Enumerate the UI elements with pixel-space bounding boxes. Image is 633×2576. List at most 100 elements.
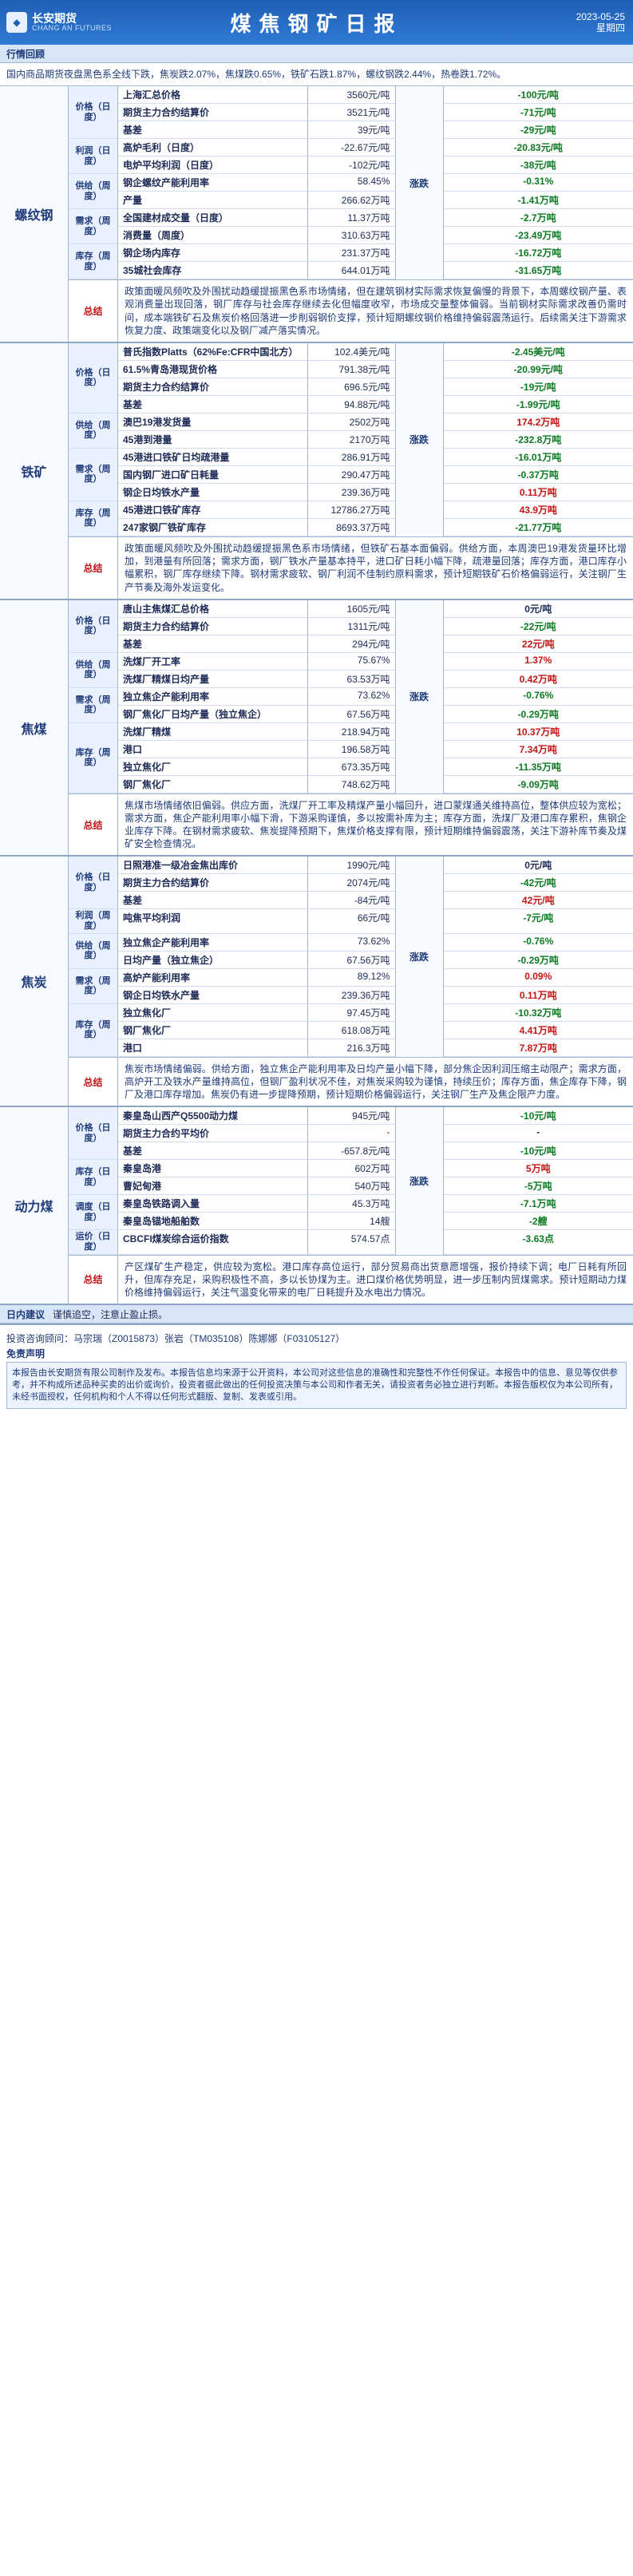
metric-name: 上海汇总价格	[118, 86, 308, 105]
metric-change: 0元/吨	[443, 600, 633, 618]
summary-block: 总结 焦炭市场情绪偏弱。供给方面，独立焦企产能利用率及日均产量小幅下降，部分焦企因…	[69, 1057, 633, 1106]
metric-name: 唐山主焦煤汇总价格	[118, 599, 308, 618]
metric-name: 期货主力合约结算价	[118, 378, 308, 396]
metric-change: -0.37万吨	[443, 466, 633, 484]
metric-name: 期货主力合约平均价	[118, 1125, 308, 1143]
metric-name: 全国建材成交量（日度）	[118, 209, 308, 228]
metric-name: 基差	[118, 1142, 308, 1161]
section-body: 价格（日度） 日照港准一级冶金焦出库价 1990元/吨 0元/吨 期货主力合约结算价 20…	[69, 857, 633, 1106]
metric-name: 35城社会库存	[118, 262, 308, 280]
metric-name: 基差	[118, 395, 308, 414]
metric-name: 消费量（周度）	[118, 227, 308, 245]
category-label: 运价（日度）	[69, 1230, 118, 1255]
metric-name: 洗煤厂开工率	[118, 652, 308, 671]
category-label: 需求（周度）	[69, 968, 118, 1004]
metrics-table: 价格（日度） 唐山主焦煤汇总价格 1605元/吨 0元/吨 期货主力合约结算价 1311元…	[69, 599, 633, 794]
report-date-block: 2023-05-25 星期四	[513, 11, 633, 34]
metric-name: 钢企场内库存	[118, 244, 308, 263]
metric-value: 94.88元/吨	[307, 395, 396, 414]
metric-change: -42元/吨	[443, 874, 633, 892]
metric-change: 0.11万吨	[443, 987, 633, 1004]
metric-name: 期货主力合约结算价	[118, 617, 308, 635]
metric-value: 196.58万吨	[307, 740, 396, 758]
metric-value: 97.45万吨	[307, 1003, 396, 1022]
summary-text: 政策面暖风频吹及外围扰动趋缓提振黑色系市场情绪，但在建筑钢材实际需求恢复偏慢的背…	[125, 286, 627, 336]
metric-change: -2艘	[443, 1213, 633, 1231]
metric-value: 45.3万吨	[307, 1195, 396, 1213]
metric-value: 67.56万吨	[307, 705, 396, 723]
review-bar: 行情回顾	[0, 45, 633, 63]
summary-label: 总结	[69, 793, 118, 856]
report-header: ◆ 长安期货 CHANG AN FUTURES 煤焦钢矿日报 2023-05-2…	[0, 0, 633, 45]
summary-text: 焦煤市场情绪依旧偏弱。供应方面，洗煤厂开工率及精煤产量小幅回升，进口蒙煤通关维持…	[125, 799, 627, 850]
metric-change: -20.99元/吨	[443, 361, 633, 378]
metric-name: 61.5%青岛港现货价格	[118, 360, 308, 378]
section-body: 价格（日度） 唐山主焦煤汇总价格 1605元/吨 0元/吨 期货主力合约结算价 1311元…	[69, 599, 633, 856]
metric-change: -7元/吨	[443, 909, 633, 934]
metric-change: -11.35万吨	[443, 758, 633, 776]
metric-value: 218.94万吨	[307, 722, 396, 741]
metric-value: 2074元/吨	[307, 874, 396, 892]
tip-text: 谨慎追空，注意止盈止损。	[53, 1308, 168, 1320]
summary-text: 政策面暖风频吹及外围扰动趋缓提振黑色系市场情绪，但铁矿石基本面偏弱。供给方面，本…	[125, 542, 627, 593]
metric-name: 期货主力合约结算价	[118, 874, 308, 892]
metric-change: -71元/吨	[443, 104, 633, 122]
metric-change: -38元/吨	[443, 156, 633, 175]
metric-change: 0.11万吨	[443, 484, 633, 501]
metrics-table: 价格（日度） 普氏指数Platts（62%Fe:CFR中国北方） 102.4美元/吨…	[69, 342, 633, 537]
metric-value: 11.37万吨	[307, 209, 396, 228]
metric-value: 602万吨	[307, 1160, 396, 1178]
metric-name: 钢企螺纹产能利用率	[118, 174, 308, 192]
metric-name: 秦皇岛山西产Q5500动力煤	[118, 1107, 308, 1126]
section-5: 动力煤 价格（日度） 秦皇岛山西产Q5500动力煤 945元/吨 -10元/吨 期货主力合…	[0, 1107, 633, 1306]
metric-change: 0.42万吨	[443, 671, 633, 688]
trend-label: 涨跌	[395, 86, 444, 280]
metric-name: 普氏指数Platts（62%Fe:CFR中国北方）	[118, 342, 308, 361]
trend-label: 涨跌	[395, 1107, 444, 1255]
metric-value: 791.38元/吨	[307, 360, 396, 378]
metric-value: 73.62%	[307, 687, 396, 706]
metric-name: CBCFI煤炭综合运价指数	[118, 1230, 308, 1255]
metric-name: 高炉毛利（日度）	[118, 139, 308, 157]
metric-value: 540万吨	[307, 1177, 396, 1196]
metric-name: 钢企日均铁水产量	[118, 483, 308, 501]
advisors-line: 投资咨询顾问：马宗瑞（Z0015873）张岩（TM035108）陈娜娜（F031…	[6, 1333, 346, 1345]
metric-change: -10元/吨	[443, 1142, 633, 1161]
metric-name: 钢厂焦化厂	[118, 1021, 308, 1039]
section-body: 价格（日度） 普氏指数Platts（62%Fe:CFR中国北方） 102.4美元/吨…	[69, 342, 633, 599]
metric-change: -2.7万吨	[443, 209, 633, 228]
disclaimer-text: 本报告由长安期货有限公司制作及发布。本报告信息均来源于公开资料，本公司对这些信息…	[6, 1362, 627, 1409]
category-label: 库存（周度）	[69, 244, 118, 280]
report-date: 2023-05-25	[576, 10, 625, 22]
section-name: 铁矿	[0, 342, 69, 599]
metric-value: -22.67元/吨	[307, 139, 396, 157]
metric-value: 286.91万吨	[307, 448, 396, 466]
metric-value: 14艘	[307, 1213, 396, 1231]
metric-change: 42元/吨	[443, 892, 633, 910]
metric-value: -	[307, 1125, 396, 1143]
metric-change: 174.2万吨	[443, 414, 633, 431]
metric-change: -19元/吨	[443, 378, 633, 396]
summary-text: 产区煤矿生产稳定，供应较为宽松。港口库存高位运行，部分贸易商出货意愿增强，报价持…	[125, 1260, 627, 1298]
metric-value: 216.3万吨	[307, 1039, 396, 1057]
metric-value: 66元/吨	[307, 909, 396, 934]
logo-icon: ◆	[6, 12, 27, 33]
category-label: 供给（周度）	[69, 413, 118, 449]
metric-name: 钢厂焦化厂	[118, 775, 308, 793]
metric-change: -1.41万吨	[443, 192, 633, 210]
metric-name: 港口	[118, 740, 308, 758]
trend-label: 涨跌	[395, 857, 444, 1057]
metric-change: -10元/吨	[443, 1107, 633, 1126]
review-text: 国内商品期货夜盘黑色系全线下跌，焦炭跌2.07%，焦煤跌0.65%，铁矿石跌1.…	[0, 63, 633, 87]
metric-value: 63.53万吨	[307, 670, 396, 688]
metric-name: 电炉平均利润（日度）	[118, 156, 308, 175]
category-label: 价格（日度）	[69, 342, 118, 414]
category-label: 需求（周度）	[69, 448, 118, 501]
section-4: 焦炭 价格（日度） 日照港准一级冶金焦出库价 1990元/吨 0元/吨 期货主力合约结算价…	[0, 857, 633, 1108]
metric-value: 1311元/吨	[307, 617, 396, 635]
metric-change: -21.77万吨	[443, 519, 633, 536]
metric-value: 748.62万吨	[307, 775, 396, 793]
category-label: 库存（周度）	[69, 501, 118, 536]
metric-name: 独立焦化厂	[118, 758, 308, 776]
company-name-cn: 长安期货	[32, 11, 77, 25]
